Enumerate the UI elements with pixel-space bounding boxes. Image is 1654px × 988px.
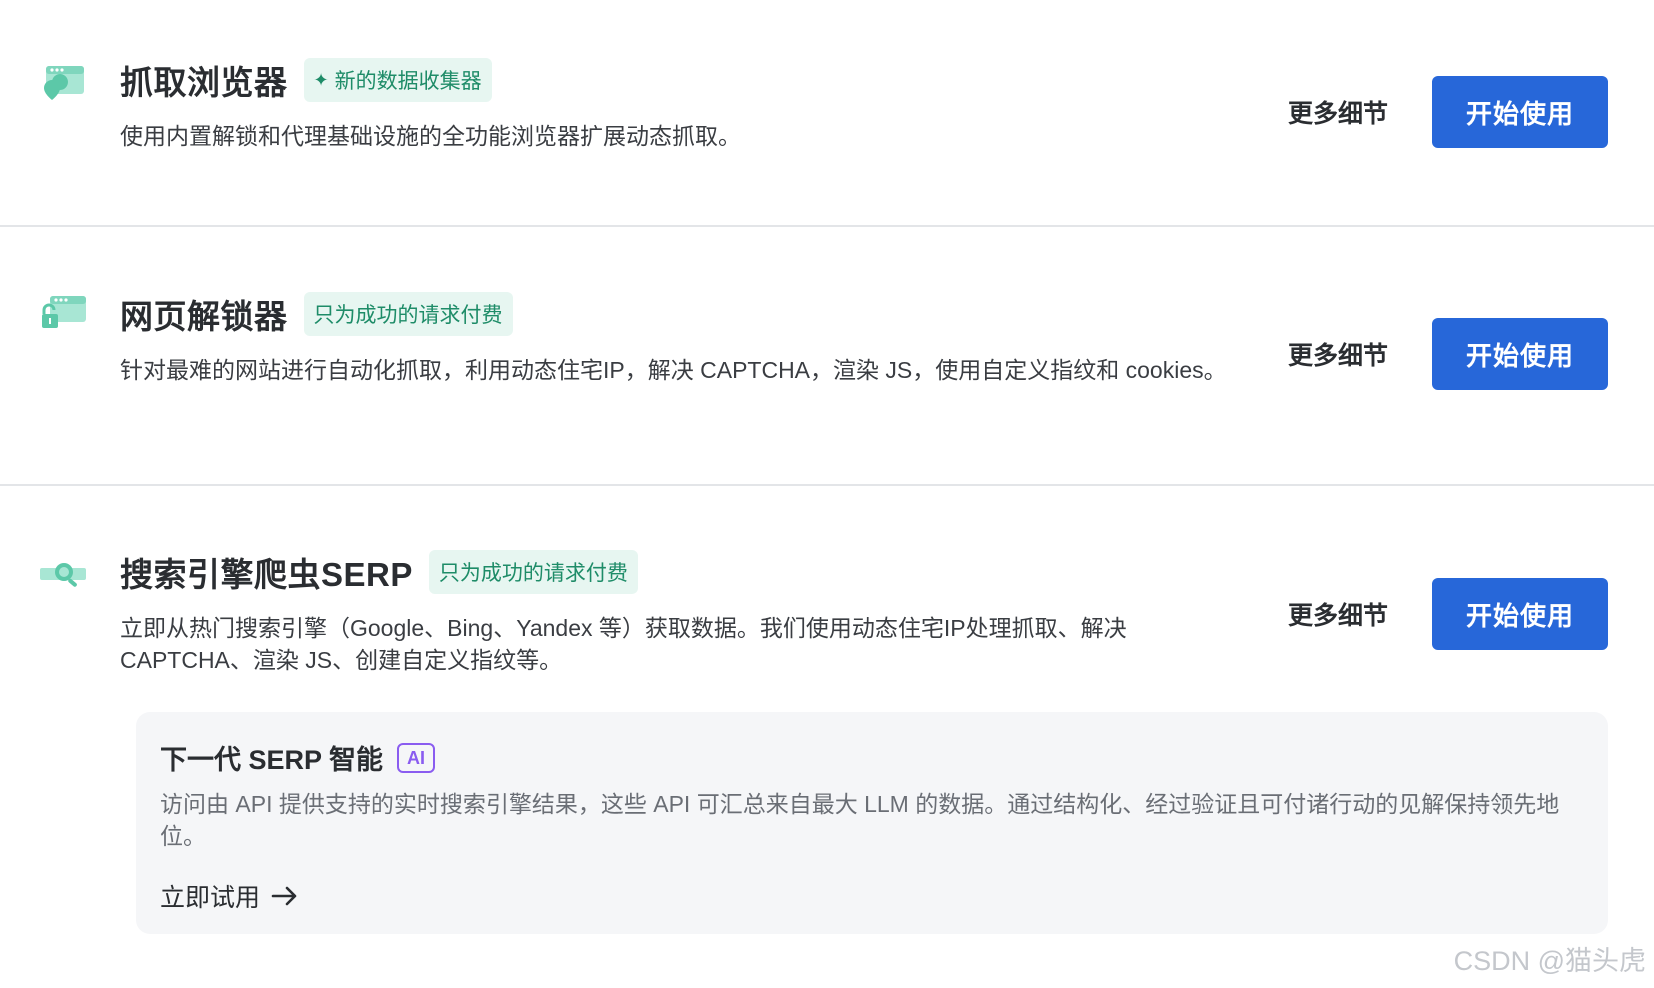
- search-magnifier-icon: [40, 563, 86, 587]
- start-button[interactable]: 开始使用: [1432, 318, 1608, 390]
- product-description: 使用内置解锁和代理基础设施的全功能浏览器扩展动态抓取。: [120, 123, 741, 149]
- unlock-browser-icon: [42, 296, 86, 328]
- watermark: CSDN @猫头虎: [1453, 946, 1646, 976]
- divider: [0, 225, 1654, 227]
- product-title: 搜索引擎爬虫SERP: [120, 556, 413, 593]
- more-details-link[interactable]: 更多细节: [1288, 336, 1388, 372]
- title-row: 搜索引擎爬虫SERP 只为成功的请求付费: [120, 548, 638, 596]
- badge-label: 新的数据收集器: [334, 70, 482, 93]
- ai-title-row: 下一代 SERP 智能 AI: [160, 738, 436, 777]
- more-details-link[interactable]: 更多细节: [1288, 596, 1388, 632]
- product-description: 立即从热门搜索引擎（Google、Bing、Yandex 等）获取数据。我们使用…: [120, 615, 1127, 673]
- pay-on-success-badge: 只为成功的请求付费: [428, 550, 638, 594]
- product-description: 针对最难的网站进行自动化抓取，利用动态住宅IP，解决 CAPTCHA，渲染 JS…: [120, 357, 1227, 383]
- try-now-label: 立即试用: [160, 884, 261, 912]
- title-row: 抓取浏览器 ✦ 新的数据收集器: [120, 56, 492, 104]
- divider: [0, 484, 1654, 486]
- arrow-right-icon: [271, 886, 297, 906]
- ai-panel-description: 访问由 API 提供支持的实时搜索引擎结果，这些 API 可汇总来自最大 LLM…: [160, 791, 1560, 849]
- ai-badge: AI: [397, 742, 436, 773]
- try-now-link[interactable]: 立即试用: [160, 878, 300, 914]
- serp-ai-panel: 下一代 SERP 智能 AI 访问由 API 提供支持的实时搜索引擎结果，这些 …: [136, 712, 1608, 934]
- product-title: 网页解锁器: [120, 298, 288, 335]
- start-button[interactable]: 开始使用: [1432, 76, 1608, 148]
- browser-pin-icon: [44, 66, 84, 100]
- title-row: 网页解锁器 只为成功的请求付费: [120, 290, 513, 338]
- start-button[interactable]: 开始使用: [1432, 578, 1608, 650]
- more-details-link[interactable]: 更多细节: [1288, 94, 1388, 130]
- new-collector-badge: ✦ 新的数据收集器: [303, 58, 492, 102]
- pay-on-success-badge: 只为成功的请求付费: [303, 292, 513, 336]
- sparkle-icon: ✦: [313, 69, 329, 90]
- ai-panel-title: 下一代 SERP 智能: [160, 745, 384, 775]
- product-title: 抓取浏览器: [120, 64, 288, 101]
